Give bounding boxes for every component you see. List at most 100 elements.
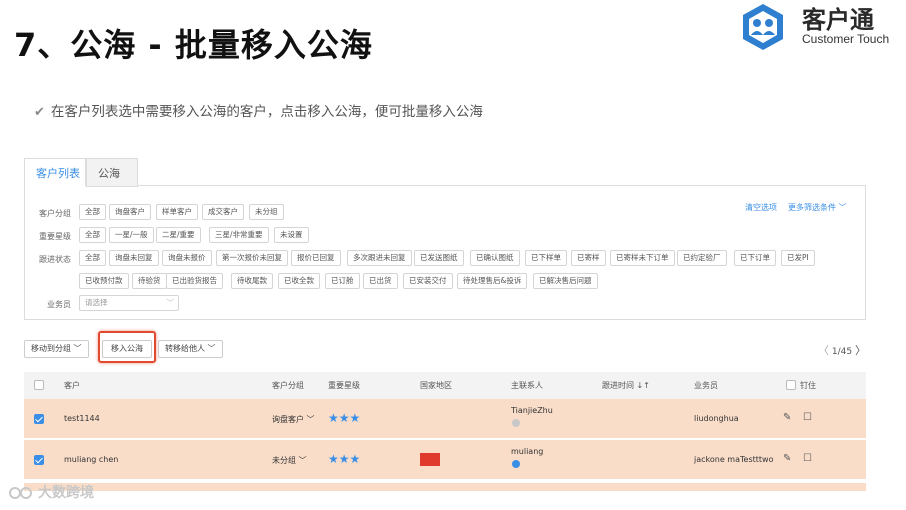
- slide-title: 7、公海 - 批量移入公海: [14, 26, 373, 64]
- filter-chip[interactable]: 待处理售后&投诉: [457, 273, 528, 289]
- table-row[interactable]: test1144 询盘客户 ﹀ ★★★ TianjieZhu liudonghu…: [24, 399, 866, 439]
- filter-chip[interactable]: 询盘未报价: [162, 250, 212, 266]
- brand-logo: 客户通 Customer Touch: [740, 2, 900, 52]
- logo-text-en: Customer Touch: [802, 32, 890, 46]
- transfer-label: 转移给他人: [165, 344, 205, 353]
- filter-chip[interactable]: 询盘未回复: [109, 250, 159, 266]
- logo-text-cn: 客户通: [802, 6, 874, 34]
- contact-status-icon: [512, 419, 520, 427]
- filter-chip[interactable]: 已约定验厂: [677, 250, 727, 266]
- col-follow-time[interactable]: 跟进时间 ↓↑: [602, 372, 650, 399]
- prev-page-icon[interactable]: 〈: [818, 344, 829, 357]
- star-rating[interactable]: ★★★: [328, 452, 360, 466]
- clear-filters-link[interactable]: 清空选项: [745, 202, 777, 213]
- move-to-group-button[interactable]: 移动到分组 ﹀: [24, 340, 89, 358]
- filter-chip[interactable]: 已寄样未下订单: [610, 250, 675, 266]
- sort-icon: ↓↑: [636, 381, 650, 390]
- filter-chip[interactable]: 已确认图纸: [470, 250, 520, 266]
- chevron-down-icon: ﹀: [838, 203, 847, 212]
- cell-sales: jackone maTestttwo: [694, 455, 774, 464]
- filter-chip[interactable]: 询盘客户: [109, 204, 151, 220]
- cell-customer[interactable]: muliang chen: [64, 455, 118, 464]
- filter-chip[interactable]: 已收全款: [278, 273, 320, 289]
- col-contact: 主联系人: [511, 381, 543, 390]
- filter-chip[interactable]: 多次跟进未回复: [347, 250, 412, 266]
- cell-contact[interactable]: muliang: [511, 447, 543, 456]
- sales-select-placeholder: 请选择: [85, 298, 108, 307]
- col-customer: 客户: [64, 381, 80, 390]
- filter-label-star: 重要星级: [39, 232, 71, 241]
- filter-chip[interactable]: 待验货: [132, 273, 167, 289]
- filter-chip[interactable]: 已下订单: [734, 250, 776, 266]
- edit-icon[interactable]: ☐: [803, 412, 812, 423]
- filter-chip[interactable]: 样单客户: [156, 204, 198, 220]
- filter-chip[interactable]: 未分组: [249, 204, 284, 220]
- filter-chip[interactable]: 已出货: [363, 273, 398, 289]
- cell-group[interactable]: 询盘客户 ﹀: [272, 414, 315, 425]
- filter-label-sales: 业务员: [47, 300, 71, 309]
- filter-chip[interactable]: 已下样单: [525, 250, 567, 266]
- chevron-down-icon: ﹀: [298, 456, 307, 465]
- filter-chip[interactable]: 已安装交付: [403, 273, 453, 289]
- cell-contact[interactable]: TianjieZhu: [511, 406, 553, 415]
- country-flag-icon: [420, 453, 440, 466]
- transfer-button[interactable]: 转移给他人 ﹀: [158, 340, 223, 358]
- table-header: 客户 客户分组 重要星级 国家地区 主联系人 跟进时间 ↓↑ 业务员 钉住: [24, 372, 866, 399]
- tab-customer-list[interactable]: 客户列表: [24, 158, 86, 187]
- star-rating[interactable]: ★★★: [328, 411, 360, 425]
- table-row[interactable]: muliang chen 未分组 ﹀ ★★★ muliang jackone m…: [24, 440, 866, 480]
- filter-chip[interactable]: 报价已回复: [291, 250, 341, 266]
- logo-hexagon-icon: [743, 4, 783, 50]
- pin-icon[interactable]: ✎: [783, 412, 791, 423]
- chevron-down-icon: ﹀: [166, 298, 175, 307]
- filter-chip[interactable]: 成交客户: [202, 204, 244, 220]
- filter-chip[interactable]: 已解决售后问题: [533, 273, 598, 289]
- select-all-checkbox[interactable]: [34, 380, 44, 390]
- filter-chip[interactable]: 已出验货报告: [166, 273, 223, 289]
- tab-public-sea[interactable]: 公海: [86, 158, 138, 187]
- cell-sales: liudonghua: [694, 414, 739, 423]
- tab-bar: 客户列表 公海: [24, 158, 866, 187]
- page-indicator: 1/45: [831, 347, 853, 357]
- check-icon: ✔: [34, 105, 45, 120]
- filter-box: 客户分组 全部 询盘客户 样单客户 成交客户 未分组 清空选项 更多筛选条件 ﹀…: [24, 186, 866, 320]
- filter-chip[interactable]: 已寄样: [571, 250, 606, 266]
- cell-group[interactable]: 未分组 ﹀: [272, 455, 307, 466]
- chevron-down-icon: ﹀: [306, 415, 315, 424]
- chevron-down-icon: ﹀: [207, 344, 216, 353]
- contact-status-icon: [512, 460, 520, 468]
- cell-customer[interactable]: test1144: [64, 414, 100, 423]
- sales-select[interactable]: 请选择 ﹀: [79, 295, 179, 311]
- pin-icon[interactable]: ✎: [783, 453, 791, 464]
- next-page-icon[interactable]: 〉: [855, 344, 866, 357]
- chevron-down-icon: ﹀: [73, 344, 82, 353]
- filter-chip[interactable]: 已收预付款: [79, 273, 129, 289]
- filter-chip[interactable]: 一星/一般: [109, 227, 154, 243]
- col-follow-time-label: 跟进时间: [602, 381, 634, 390]
- filter-chip[interactable]: 全部: [79, 250, 106, 266]
- table-row-partial: [24, 483, 866, 491]
- filter-chip[interactable]: 已订舱: [325, 273, 360, 289]
- filter-chip[interactable]: 全部: [79, 227, 106, 243]
- row-checkbox[interactable]: [34, 414, 44, 424]
- filter-chip[interactable]: 第一次报价未回复: [216, 250, 288, 266]
- filter-chip[interactable]: 全部: [79, 204, 106, 220]
- col-pin: 钉住: [800, 381, 816, 390]
- filter-chip[interactable]: 待收尾款: [231, 273, 273, 289]
- filter-chip[interactable]: 未设置: [274, 227, 309, 243]
- more-filters-link[interactable]: 更多筛选条件 ﹀: [788, 202, 847, 213]
- watermark-logo-icon: [9, 487, 32, 499]
- filter-label-group: 客户分组: [39, 209, 71, 218]
- row-checkbox[interactable]: [34, 455, 44, 465]
- filter-chip[interactable]: 三星/非常重要: [209, 227, 269, 243]
- tip-text: 在客户列表选中需要移入公海的客户，点击移入公海，便可批量移入公海: [50, 104, 483, 120]
- edit-icon[interactable]: ☐: [803, 453, 812, 464]
- pin-column-checkbox[interactable]: [786, 380, 796, 390]
- filter-chip[interactable]: 已发送图纸: [414, 250, 464, 266]
- pager: 〈 1/45 〉: [818, 342, 866, 358]
- filter-label-status: 跟进状态: [39, 255, 71, 264]
- instruction-tip: ✔ 在客户列表选中需要移入公海的客户，点击移入公海，便可批量移入公海: [34, 100, 483, 120]
- filter-chip[interactable]: 已发PI: [781, 250, 815, 266]
- watermark: 大数跨境: [8, 482, 94, 502]
- filter-chip[interactable]: 二星/重要: [156, 227, 201, 243]
